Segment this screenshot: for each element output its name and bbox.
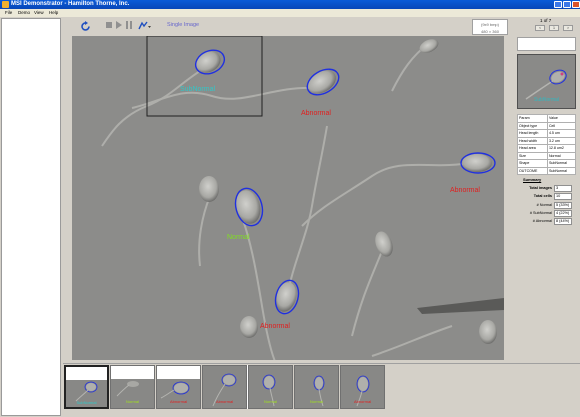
table-cell: Head width [517,136,548,145]
summary-label: # SubNormal [529,211,552,215]
thumbnail-item[interactable]: Abnormal [202,365,247,409]
menu-help[interactable]: Help [49,9,58,17]
table-cell: Shape [517,159,548,168]
table-cell: Cell [546,121,577,130]
thumbnail-label: SubNormal [76,400,97,405]
parameters-table: Param Value Object type Cell Head length 4… [517,114,577,175]
thumbnail-label: Normal [126,399,139,404]
table-cell: SubNormal [546,166,577,175]
refresh-icon[interactable] [80,21,91,32]
menu-demo[interactable]: Demo [18,9,30,17]
main-microscope-image[interactable]: SubNormal Abnormal Abnormal Normal Abnor… [72,36,504,360]
right-panel: 1 of 7 < 1 > SubNormal Param Value Objec… [513,18,580,358]
summary-row: Total cells 10 [517,193,576,201]
thumbnail-strip: SubNormal Normal Abnormal Abnormal Norma… [63,363,580,417]
table-row: Shape SubNormal [517,159,577,168]
table-cell: Object type [517,121,548,130]
summary-value: 10 [554,193,572,200]
image-size-text: 480 × 360 [481,29,499,34]
current-cell-preview: SubNormal [517,54,576,109]
window-title: MSI Demonstrator - Hamilton Thorne, Inc. [11,1,130,7]
app-icon [2,1,9,8]
prev-button[interactable]: < [535,25,545,31]
image-format-text: (9x9 bmp) [480,22,499,27]
table-cell: Size [517,151,548,160]
table-row: Object type Cell [517,121,577,130]
summary-value: 8 (44%) [554,218,572,225]
summary-value: 3 [554,185,572,192]
thumbnail-label: Abnormal [169,399,188,404]
title-bar[interactable]: MSI Demonstrator - Hamilton Thorne, Inc. [0,0,580,9]
table-cell: Head area [517,144,548,153]
header-param: Param [517,114,548,123]
maximize-button[interactable] [563,1,571,8]
current-cell-label: SubNormal [534,97,560,103]
thumbnail-label: Abnormal [353,399,372,404]
pause-icon[interactable] [125,21,133,29]
minimize-button[interactable] [554,1,562,8]
table-row: Head width 3.2 um [517,136,577,145]
summary-row: # Abnormal 8 (44%) [517,218,576,226]
thumbnail-item[interactable]: Abnormal [156,365,201,409]
menu-bar: File Demo View Help [0,9,580,17]
thumbnail-item[interactable]: Normal [294,365,339,409]
summary-label: # Abnormal [532,219,552,223]
image-info-box: (9x9 bmp) 480 × 360 [472,19,508,35]
summary-row: Total images 3 [517,185,576,193]
table-row: Head length 4.5 um [517,129,577,138]
table-cell: Head length [517,129,548,138]
mode-label: Single Image [167,22,200,28]
next-button[interactable]: > [563,25,573,31]
close-button[interactable] [572,1,580,8]
table-row: Head area 12.8 um2 [517,144,577,153]
summary-row: # SubNormal 4 (22%) [517,210,576,218]
menu-view[interactable]: View [34,9,44,17]
summary-value: 4 (22%) [554,210,572,217]
cell-label-normal: Normal [227,234,250,241]
summary-label: Total cells [533,194,552,198]
thumbnail-label: Normal [310,399,323,404]
toolbar: Single Image (9x9 bmp) 480 × 360 [64,18,510,35]
thumbnail-label: Normal [264,399,277,404]
thumbnail-item[interactable]: SubNormal [64,365,109,409]
thumbnail-item[interactable]: Abnormal [340,365,385,409]
table-cell: 12.8 um2 [546,144,577,153]
table-row: OUTCOME SubNormal [517,166,577,175]
first-button[interactable]: 1 [549,25,559,31]
summary-row: # Normal 5 (33%) [517,202,576,210]
summary-label: Total images [529,186,552,190]
app-window: MSI Demonstrator - Hamilton Thorne, Inc.… [0,0,580,417]
table-cell: SubNormal [546,159,577,168]
menu-file[interactable]: File [5,9,12,17]
thumbnail-item[interactable]: Normal [248,365,293,409]
table-cell: OUTCOME [517,166,548,175]
summary-label: # Normal [536,203,552,207]
blank-preview [517,37,576,51]
summary-panel: Summary Total images 3 Total cells 10 # … [517,177,576,225]
cell-label-subnormal: SubNormal [180,86,216,93]
thumbnail-item[interactable]: Normal [110,365,155,409]
cell-label-abnormal-1: Abnormal [301,110,331,117]
table-header-row: Param Value [517,114,577,123]
cell-label-abnormal-2: Abnormal [450,187,480,194]
left-pane[interactable] [1,18,61,416]
table-cell: 3.2 um [546,136,577,145]
summary-title: Summary [523,177,542,182]
play-icon[interactable] [115,21,123,29]
cell-label-abnormal-3: Abnormal [260,323,290,330]
summary-value: 5 (33%) [554,202,572,209]
cells-graphic [72,36,504,360]
analyze-dropdown-icon[interactable] [138,21,152,31]
stop-icon[interactable] [105,21,113,29]
header-value: Value [546,114,577,123]
table-row: Size Normal [517,151,577,160]
table-cell: 4.5 um [546,129,577,138]
image-counter: 1 of 7 [540,18,552,23]
thumbnail-label: Abnormal [215,399,234,404]
table-cell: Normal [546,151,577,160]
